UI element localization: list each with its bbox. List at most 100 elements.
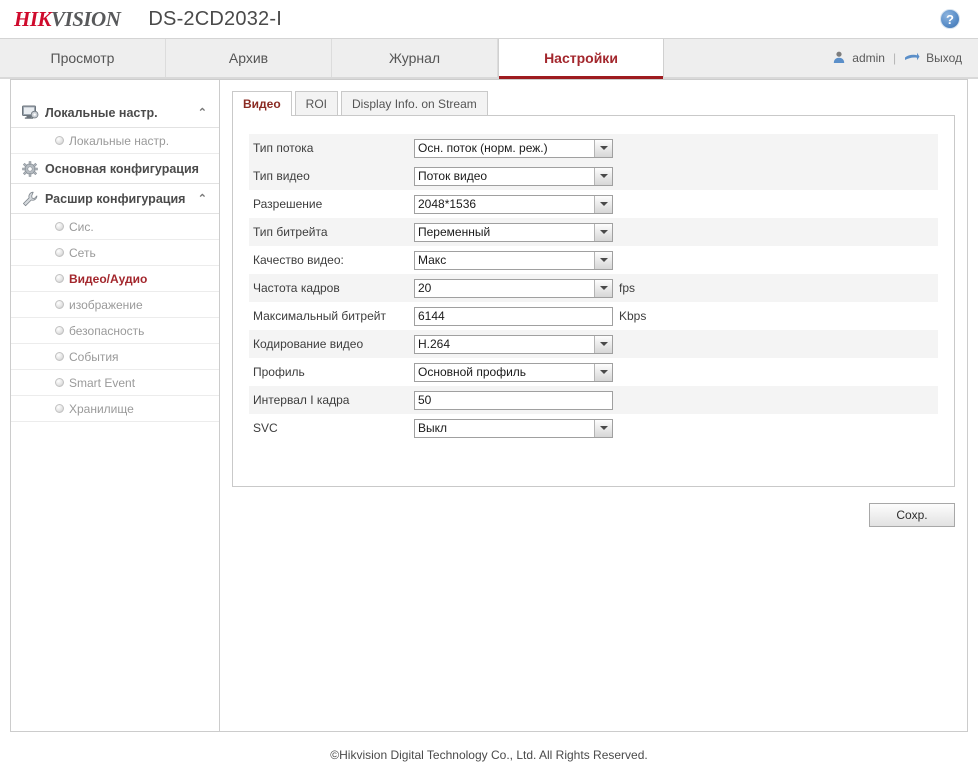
video-settings-form: Тип потока Осн. поток (норм. реж.) Тип в… bbox=[232, 116, 955, 487]
sidebar-group-local-config[interactable]: Локальные настр. ⌃ bbox=[11, 98, 219, 128]
hikvision-logo: HIKVISION bbox=[14, 7, 120, 32]
sidebar-item-image-label: изображение bbox=[69, 298, 143, 312]
control-svc: Выкл bbox=[414, 419, 613, 438]
tab-configuration-label: Настройки bbox=[544, 50, 618, 66]
sidebar-group-basic-config[interactable]: Основная конфигурация bbox=[11, 154, 219, 184]
monitor-gear-icon bbox=[21, 104, 39, 122]
input-max-bitrate[interactable] bbox=[414, 307, 613, 326]
chevron-down-icon[interactable] bbox=[594, 364, 612, 381]
chevron-down-icon[interactable] bbox=[594, 252, 612, 269]
chevron-down-icon[interactable] bbox=[594, 224, 612, 241]
user-session-area: admin | Выход bbox=[832, 39, 978, 77]
select-stream-type[interactable]: Осн. поток (норм. реж.) bbox=[414, 139, 613, 158]
subtab-roi-label: ROI bbox=[306, 97, 327, 111]
logout-label[interactable]: Выход bbox=[926, 51, 962, 65]
device-model-title: DS-2CD2032-I bbox=[148, 8, 282, 31]
chevron-up-icon[interactable]: ⌃ bbox=[198, 106, 207, 119]
label-video-quality: Качество видео: bbox=[253, 253, 414, 267]
select-video-quality[interactable]: Макс bbox=[414, 251, 613, 270]
select-frame-rate-value: 20 bbox=[418, 280, 594, 297]
sidebar-group-advanced-config-label: Расшир конфигурация bbox=[45, 192, 194, 206]
tab-log-label: Журнал bbox=[389, 50, 440, 66]
sidebar-item-events[interactable]: События bbox=[11, 344, 219, 370]
bullet-icon bbox=[55, 352, 64, 361]
chevron-down-icon[interactable] bbox=[594, 140, 612, 157]
subtab-video[interactable]: Видео bbox=[232, 91, 292, 116]
bullet-icon bbox=[55, 300, 64, 309]
select-video-type[interactable]: Поток видео bbox=[414, 167, 613, 186]
sidebar-item-storage[interactable]: Хранилище bbox=[11, 396, 219, 422]
chevron-down-icon[interactable] bbox=[594, 196, 612, 213]
chevron-down-icon[interactable] bbox=[594, 280, 612, 297]
chevron-down-icon[interactable] bbox=[594, 168, 612, 185]
label-video-type: Тип видео bbox=[253, 169, 414, 183]
bullet-icon bbox=[55, 404, 64, 413]
bullet-icon bbox=[55, 378, 64, 387]
form-row-video-quality: Качество видео: Макс bbox=[249, 246, 938, 274]
chevron-up-icon[interactable]: ⌃ bbox=[198, 192, 207, 205]
select-frame-rate[interactable]: 20 bbox=[414, 279, 613, 298]
select-bitrate-type[interactable]: Переменный bbox=[414, 223, 613, 242]
control-max-bitrate: Kbps bbox=[414, 307, 646, 326]
select-resolution[interactable]: 2048*1536 bbox=[414, 195, 613, 214]
control-resolution: 2048*1536 bbox=[414, 195, 613, 214]
select-video-type-value: Поток видео bbox=[418, 168, 594, 185]
subtab-display-info-on-stream[interactable]: Display Info. on Stream bbox=[341, 91, 488, 115]
label-video-encoding: Кодирование видео bbox=[253, 337, 414, 351]
select-profile[interactable]: Основной профиль bbox=[414, 363, 613, 382]
label-bitrate-type: Тип битрейта bbox=[253, 225, 414, 239]
control-bitrate-type: Переменный bbox=[414, 223, 613, 242]
help-icon[interactable]: ? bbox=[940, 9, 960, 29]
tab-live-view[interactable]: Просмотр bbox=[0, 39, 166, 77]
sidebar-item-local-settings-label: Локальные настр. bbox=[69, 134, 169, 148]
sidebar-item-image[interactable]: изображение bbox=[11, 292, 219, 318]
label-frame-rate: Частота кадров bbox=[253, 281, 414, 295]
form-row-video-type: Тип видео Поток видео bbox=[249, 162, 938, 190]
sidebar-item-network[interactable]: Сеть bbox=[11, 240, 219, 266]
unit-frame-rate: fps bbox=[619, 281, 635, 295]
sidebar-group-advanced-config[interactable]: Расшир конфигурация ⌃ bbox=[11, 184, 219, 214]
chevron-down-icon[interactable] bbox=[594, 420, 612, 437]
sidebar-item-video-audio[interactable]: Видео/Аудио bbox=[11, 266, 219, 292]
control-video-quality: Макс bbox=[414, 251, 613, 270]
select-svc[interactable]: Выкл bbox=[414, 419, 613, 438]
select-video-encoding[interactable]: H.264 bbox=[414, 335, 613, 354]
select-resolution-value: 2048*1536 bbox=[418, 196, 594, 213]
subtab-roi[interactable]: ROI bbox=[295, 91, 338, 115]
bullet-icon bbox=[55, 248, 64, 257]
chevron-down-icon[interactable] bbox=[594, 336, 612, 353]
sidebar-item-security[interactable]: безопасность bbox=[11, 318, 219, 344]
label-i-frame-interval: Интервал I кадра bbox=[253, 393, 414, 407]
select-bitrate-type-value: Переменный bbox=[418, 224, 594, 241]
wrench-icon bbox=[21, 190, 39, 208]
sidebar-item-system-label: Сис. bbox=[69, 220, 94, 234]
select-video-quality-value: Макс bbox=[418, 252, 594, 269]
input-i-frame-interval[interactable] bbox=[414, 391, 613, 410]
sidebar-item-network-label: Сеть bbox=[69, 246, 96, 260]
main-navigation-tabs: Просмотр Архив Журнал Настройки admin | … bbox=[0, 38, 978, 79]
sidebar-item-local-settings[interactable]: Локальные настр. bbox=[11, 128, 219, 154]
bullet-icon bbox=[55, 274, 64, 283]
subtab-display-info-label: Display Info. on Stream bbox=[352, 97, 477, 111]
tab-configuration[interactable]: Настройки bbox=[498, 39, 664, 77]
sidebar-item-smart-event[interactable]: Smart Event bbox=[11, 370, 219, 396]
sidebar-item-system[interactable]: Сис. bbox=[11, 214, 219, 240]
tab-playback-label: Архив bbox=[229, 50, 268, 66]
form-row-i-frame-interval: Интервал I кадра bbox=[249, 386, 938, 414]
bullet-icon bbox=[55, 326, 64, 335]
sidebar-item-smart-event-label: Smart Event bbox=[69, 376, 135, 390]
form-row-svc: SVC Выкл bbox=[249, 414, 938, 442]
form-row-resolution: Разрешение 2048*1536 bbox=[249, 190, 938, 218]
settings-subtabs: Видео ROI Display Info. on Stream bbox=[232, 90, 955, 116]
unit-max-bitrate: Kbps bbox=[619, 309, 646, 323]
control-frame-rate: 20 fps bbox=[414, 279, 635, 298]
save-button[interactable]: Сохр. bbox=[869, 503, 955, 527]
select-profile-value: Основной профиль bbox=[418, 364, 594, 381]
tab-log[interactable]: Журнал bbox=[332, 39, 498, 77]
gear-icon bbox=[21, 160, 39, 178]
tab-playback[interactable]: Архив bbox=[166, 39, 332, 77]
content-area: Локальные настр. ⌃ Локальные настр. bbox=[10, 79, 968, 732]
app-header: HIKVISION DS-2CD2032-I ? bbox=[0, 0, 978, 38]
sidebar-item-security-label: безопасность bbox=[69, 324, 144, 338]
username-label[interactable]: admin bbox=[852, 51, 885, 65]
